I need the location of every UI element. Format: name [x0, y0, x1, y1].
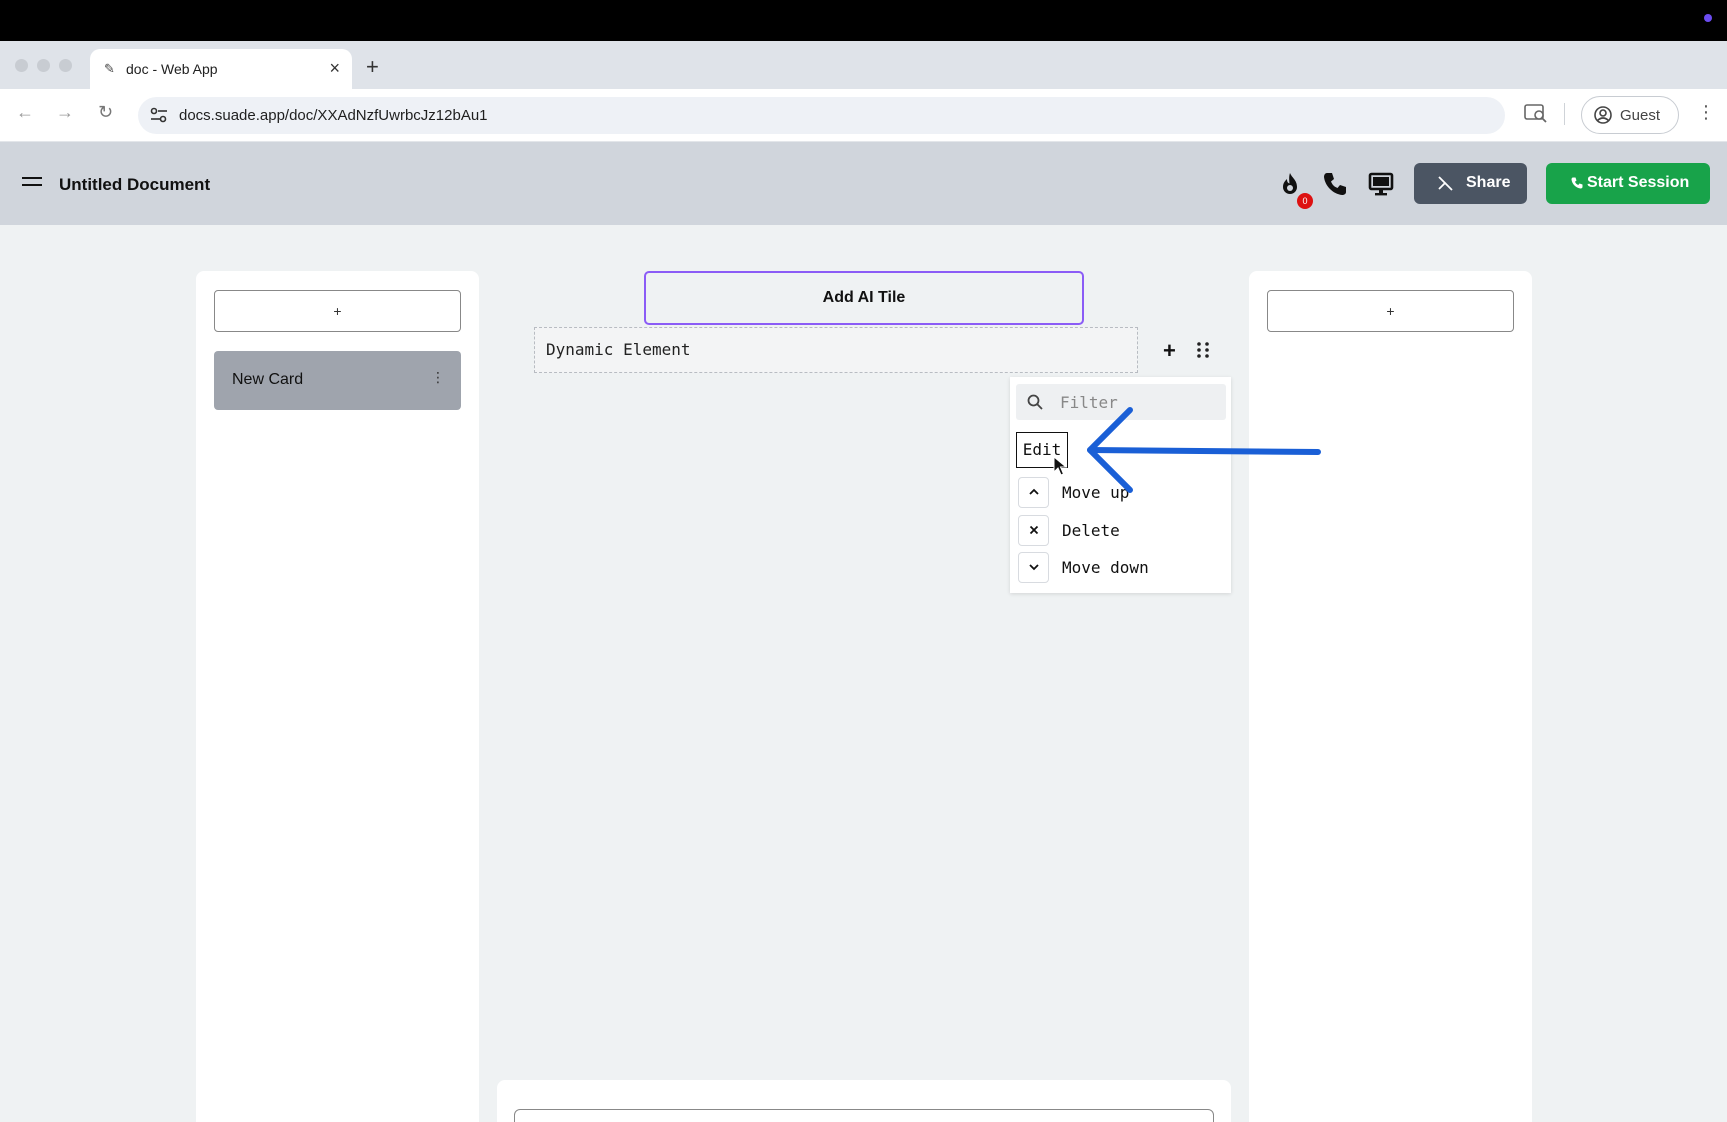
close-icon — [1018, 515, 1049, 546]
profile-avatar-icon — [1594, 106, 1612, 124]
add-card-button[interactable]: + — [1267, 290, 1514, 332]
share-arrow-icon — [1438, 176, 1453, 191]
window-minimize-control[interactable] — [37, 59, 50, 72]
status-dot-icon — [1704, 14, 1712, 22]
add-element-button[interactable]: + — [1163, 338, 1176, 364]
card-menu-icon[interactable]: ⋮ — [431, 369, 445, 386]
menu-item-edit[interactable]: Edit — [1016, 432, 1068, 468]
address-bar[interactable]: docs.suade.app/doc/XXAdNzfUwrbcJz12bAu1 — [138, 97, 1505, 134]
card-item[interactable]: New Card ⋮ — [214, 351, 461, 410]
menu-item-label: Delete — [1062, 521, 1120, 540]
card-title: New Card — [232, 371, 304, 388]
add-ai-tile-button[interactable]: Add AI Tile — [644, 271, 1084, 325]
lens-search-icon[interactable] — [1524, 103, 1548, 123]
site-settings-icon[interactable] — [150, 107, 168, 123]
toolbar-separator — [1564, 103, 1565, 125]
profile-button[interactable]: Guest — [1581, 96, 1679, 134]
share-label: Share — [1466, 174, 1511, 191]
share-button[interactable]: Share — [1414, 163, 1527, 204]
app-header: Untitled Document 0 Share Start Session — [0, 142, 1727, 225]
phone-icon — [1571, 177, 1583, 189]
document-title: Untitled Document — [59, 175, 211, 194]
menu-item-label: Move down — [1062, 558, 1149, 577]
start-session-label: Start Session — [1587, 174, 1690, 191]
phone-icon[interactable] — [1321, 170, 1349, 198]
forward-arrow-icon[interactable]: → — [56, 102, 74, 123]
reload-icon[interactable]: ↻ — [98, 102, 113, 123]
new-tab-button[interactable]: + — [366, 54, 379, 80]
element-context-menu: Edit Move up Delete Move down — [1010, 377, 1231, 593]
profile-label: Guest — [1620, 107, 1661, 124]
drag-handle-icon[interactable] — [1196, 341, 1210, 359]
window-zoom-control[interactable] — [59, 59, 72, 72]
browser-toolbar: ← → ↻ docs.suade.app/doc/XXAdNzfUwrbcJz1… — [0, 89, 1727, 142]
add-card-button[interactable]: + — [214, 290, 461, 332]
hamburger-menu-icon[interactable] — [22, 177, 42, 191]
browser-tabstrip: ✎ doc - Web App × + — [0, 41, 1727, 89]
dynamic-element-block[interactable]: Dynamic Element — [534, 327, 1138, 373]
bottom-input-field[interactable] — [514, 1109, 1214, 1122]
menu-item-label: Move up — [1062, 483, 1130, 502]
notification-badge: 0 — [1297, 193, 1313, 209]
filter-input[interactable] — [1016, 384, 1226, 420]
browser-tab[interactable]: ✎ doc - Web App × — [90, 49, 352, 89]
browser-menu-icon[interactable]: ⋮ — [1697, 102, 1715, 123]
back-arrow-icon[interactable]: ← — [16, 102, 34, 123]
tab-close-icon[interactable]: × — [329, 58, 340, 79]
search-icon — [1027, 394, 1043, 410]
chevron-up-icon — [1018, 477, 1049, 508]
url-text: docs.suade.app/doc/XXAdNzfUwrbcJz12bAu1 — [179, 107, 488, 124]
monitor-icon[interactable] — [1367, 170, 1395, 198]
dynamic-element-label: Dynamic Element — [546, 340, 691, 359]
os-menu-bar — [0, 0, 1727, 41]
right-column-panel: + — [1249, 271, 1532, 1122]
start-session-button[interactable]: Start Session — [1546, 163, 1710, 204]
pen-favicon-icon: ✎ — [104, 61, 115, 76]
left-column-panel: + New Card ⋮ — [196, 271, 479, 1122]
bottom-editor-panel — [497, 1080, 1231, 1122]
tab-title: doc - Web App — [126, 61, 218, 77]
chevron-down-icon — [1018, 552, 1049, 583]
window-close-control[interactable] — [15, 59, 28, 72]
